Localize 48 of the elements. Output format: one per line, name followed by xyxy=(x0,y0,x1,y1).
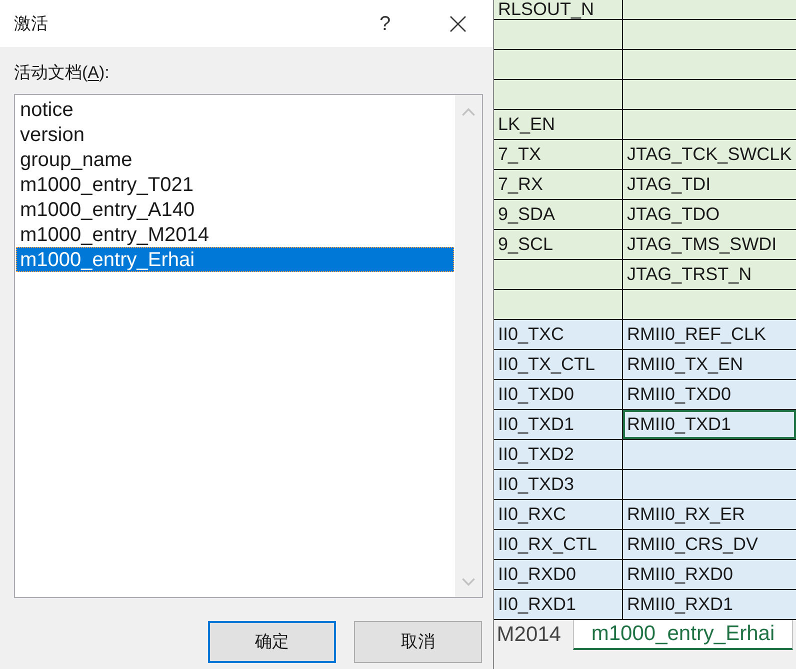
list-item[interactable]: version xyxy=(16,122,454,147)
table-cell-text: RMII0_TX_EN xyxy=(626,353,744,376)
table-cell-text: RMII0_TXD0 xyxy=(626,383,732,406)
sheet-tab[interactable]: M2014 xyxy=(494,620,573,650)
list-item[interactable]: m1000_entry_T021 xyxy=(16,172,454,197)
table-cell: II0_TXD1 xyxy=(494,410,623,439)
table-cell: 7_TX xyxy=(494,140,623,169)
table-cell-text: JTAG_TCK_SWCLK xyxy=(626,143,793,166)
help-button[interactable]: ? xyxy=(362,6,408,42)
table-cell: II0_RXD1 xyxy=(494,590,623,619)
table-cell: II0_RXD0 xyxy=(494,560,623,589)
table-cell: II0_RXC xyxy=(494,500,623,529)
table-cell: II0_RX_CTL xyxy=(494,530,623,559)
table-cell-text: JTAG_TRST_N xyxy=(626,263,753,286)
table-cell: 9_SDA xyxy=(494,200,623,229)
scrollbar[interactable] xyxy=(455,95,482,597)
list-item[interactable]: m1000_entry_M2014 xyxy=(16,222,454,247)
close-icon xyxy=(450,16,466,32)
list-label: 活动文档(A): xyxy=(14,63,110,82)
table-cell: II0_TXC xyxy=(494,320,623,349)
chevron-up-icon[interactable] xyxy=(462,108,475,116)
table-cell: II0_TXD0 xyxy=(494,380,623,409)
table-cell: RMII0_TXD1 xyxy=(623,410,796,439)
table-cell: II0_TXD2 xyxy=(494,440,623,469)
table-cell: II0_TXD3 xyxy=(494,470,623,499)
table-cell-text: JTAG_TDO xyxy=(626,203,721,226)
table-cell-text: RMII0_RXD1 xyxy=(626,593,734,616)
list-item[interactable]: notice xyxy=(16,97,454,122)
table-cell: II0_TX_CTL xyxy=(494,350,623,379)
table-cell-text: JTAG_TDI xyxy=(626,173,712,196)
dialog-button[interactable]: 取消 xyxy=(354,621,482,663)
table-cell-text: RMII0_RXD0 xyxy=(626,563,734,586)
table-cell: LK_EN xyxy=(494,110,623,139)
table-cell: RLSOUT_N xyxy=(494,0,623,19)
list-item[interactable]: m1000_entry_A140 xyxy=(16,197,454,222)
table-cell-text: RMII0_REF_CLK xyxy=(626,323,768,346)
window-title: 激活 xyxy=(13,12,49,35)
list-item[interactable]: group_name xyxy=(16,147,454,172)
table-cell-text: RMII0_RX_ER xyxy=(626,503,746,526)
chevron-down-icon[interactable] xyxy=(462,578,475,586)
table-cell: 7_RX xyxy=(494,170,623,199)
table-cell-text: JTAG_TMS_SWDI xyxy=(626,233,778,256)
dialog-button[interactable]: 确定 xyxy=(208,621,336,663)
table-cell: 9_SCL xyxy=(494,230,623,259)
list-item[interactable]: m1000_entry_Erhai xyxy=(16,247,454,272)
document-list[interactable]: notice version group_name m1000_entry_T021 m1000_entry_A140 m1000_entry_M2014 m1000_entry_Erhai xyxy=(14,94,483,598)
table-cell-text: RMII0_CRS_DV xyxy=(626,533,760,556)
sheet-tab[interactable]: m1000_entry_Erhai xyxy=(573,620,793,650)
